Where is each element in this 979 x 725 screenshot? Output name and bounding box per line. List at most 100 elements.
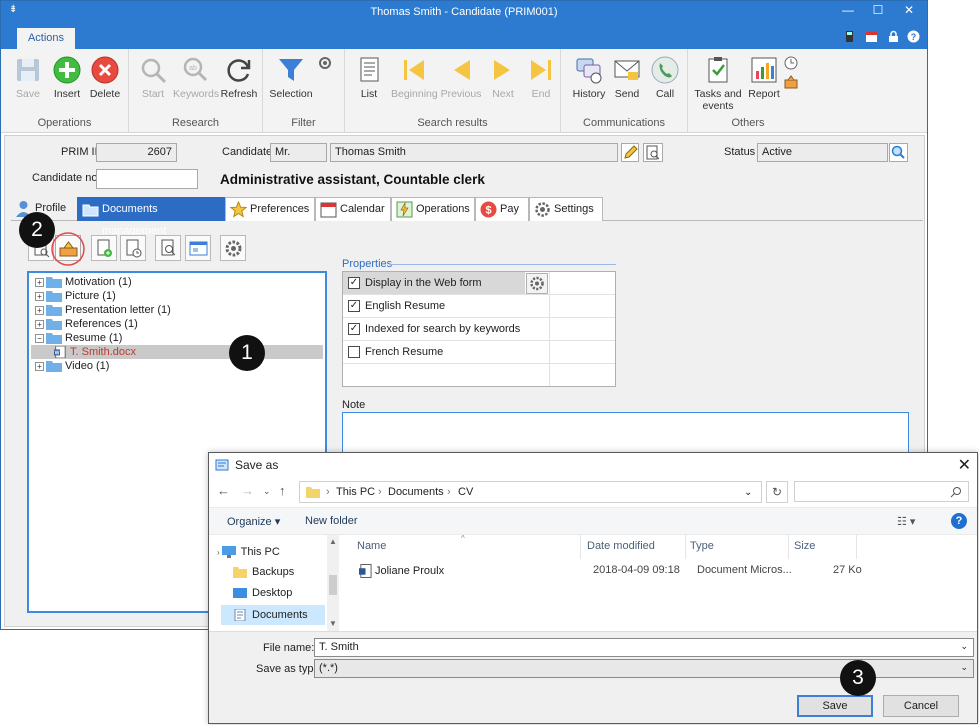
search-document-button[interactable] bbox=[155, 235, 181, 261]
delete-button[interactable]: Delete bbox=[83, 55, 127, 100]
scroll-thumb[interactable] bbox=[329, 575, 337, 595]
tab-settings[interactable]: Settings bbox=[529, 197, 603, 221]
expand-icon[interactable]: + bbox=[35, 305, 44, 315]
beginning-button[interactable]: Beginning bbox=[391, 55, 438, 100]
document-settings-button[interactable] bbox=[220, 235, 246, 261]
tab-operations[interactable]: Operations bbox=[391, 197, 475, 221]
candidate-no-field[interactable] bbox=[96, 169, 198, 189]
search-input[interactable] bbox=[794, 481, 969, 502]
expand-icon[interactable]: + bbox=[35, 361, 44, 371]
end-button[interactable]: End bbox=[519, 55, 563, 100]
breadcrumb-this-pc[interactable]: This PC bbox=[336, 486, 375, 498]
property-row-indexed[interactable]: ✓ Indexed for search by keywords bbox=[343, 318, 615, 341]
checkbox[interactable]: ✓ bbox=[348, 323, 360, 335]
document-history-button[interactable] bbox=[120, 235, 146, 261]
start-button[interactable]: Start bbox=[131, 55, 175, 100]
recent-locations-icon[interactable]: ⌄ bbox=[263, 486, 271, 497]
status-field[interactable]: Active bbox=[757, 143, 888, 162]
list-button[interactable]: List bbox=[347, 55, 391, 100]
calendar-icon[interactable] bbox=[865, 30, 878, 43]
tab-pay[interactable]: $ Pay bbox=[475, 197, 529, 221]
group-operations: Save Insert Delete Operations bbox=[1, 49, 129, 133]
keywords-button[interactable]: ab Keywords bbox=[173, 55, 219, 100]
nav-item-desktop[interactable]: Desktop bbox=[233, 587, 292, 599]
collapse-icon[interactable]: − bbox=[35, 333, 44, 343]
lock-icon[interactable] bbox=[887, 30, 900, 43]
organize-button[interactable]: Organize ▾ bbox=[227, 515, 280, 528]
new-folder-button[interactable]: New folder bbox=[305, 515, 358, 527]
report-button[interactable]: Report bbox=[742, 55, 786, 100]
property-row-french-resume[interactable]: French Resume bbox=[343, 341, 615, 364]
back-arrow-icon[interactable]: ← bbox=[217, 483, 230, 498]
column-header-size[interactable]: Size bbox=[794, 540, 815, 552]
address-bar[interactable]: › This PC › Documents › CV ⌄ bbox=[299, 481, 762, 503]
tasks-and-events-button[interactable]: Tasks and events bbox=[692, 55, 744, 112]
help-icon[interactable]: ? bbox=[907, 30, 920, 43]
refresh-button[interactable]: Refresh bbox=[217, 55, 261, 100]
tree-node-presentation-letter[interactable]: + Presentation letter (1) bbox=[35, 303, 171, 317]
candidate-name-field[interactable]: Thomas Smith bbox=[330, 143, 618, 162]
dialog-close-button[interactable]: ✕ bbox=[958, 455, 971, 475]
tab-preferences[interactable]: Preferences bbox=[225, 197, 315, 221]
column-header-type[interactable]: Type bbox=[690, 540, 714, 552]
add-document-button[interactable] bbox=[91, 235, 117, 261]
expand-chevron-icon[interactable]: › bbox=[217, 548, 220, 557]
checkbox[interactable] bbox=[348, 346, 360, 358]
expand-icon[interactable]: + bbox=[35, 319, 44, 329]
expand-icon[interactable]: + bbox=[35, 277, 44, 287]
property-settings-button[interactable] bbox=[526, 273, 548, 294]
lookup-candidate-button[interactable] bbox=[643, 143, 663, 162]
scroll-up-icon[interactable]: ▲ bbox=[329, 537, 337, 546]
address-dropdown-icon[interactable]: ⌄ bbox=[744, 487, 752, 498]
forward-arrow-icon[interactable]: → bbox=[241, 483, 254, 498]
web-form-button[interactable] bbox=[185, 235, 211, 261]
calculator-icon[interactable] bbox=[843, 30, 856, 43]
tab-documents-management[interactable]: Documents management bbox=[77, 197, 225, 237]
dropdown-chevron-icon[interactable]: ⌄ bbox=[960, 641, 968, 652]
up-arrow-icon[interactable]: ↑ bbox=[279, 483, 286, 498]
property-row-web-form[interactable]: ✓ Display in the Web form bbox=[343, 272, 525, 295]
column-header-date-modified[interactable]: Date modified bbox=[587, 540, 655, 552]
prim-id-field[interactable]: 2607 bbox=[96, 143, 177, 162]
save-button[interactable]: Save bbox=[797, 695, 873, 717]
previous-button[interactable]: Previous bbox=[439, 55, 483, 100]
expand-icon[interactable]: + bbox=[35, 291, 44, 301]
tree-node-motivation[interactable]: + Motivation (1) bbox=[35, 275, 132, 289]
file-name-input[interactable]: T. Smith ⌄ bbox=[314, 638, 974, 657]
save-button[interactable]: Save bbox=[6, 55, 50, 100]
checkbox[interactable]: ✓ bbox=[348, 300, 360, 312]
view-options-icon[interactable]: ☷ ▾ bbox=[897, 515, 915, 528]
help-icon[interactable]: ? bbox=[951, 513, 967, 529]
checkbox[interactable]: ✓ bbox=[348, 277, 360, 289]
selection-button[interactable]: Selection bbox=[269, 55, 313, 100]
title-prefix-field[interactable]: Mr. bbox=[270, 143, 327, 162]
tree-node-picture[interactable]: + Picture (1) bbox=[35, 289, 116, 303]
maximize-button[interactable]: ☐ bbox=[863, 3, 893, 17]
cancel-button[interactable]: Cancel bbox=[883, 695, 959, 717]
breadcrumb-documents[interactable]: Documents bbox=[388, 486, 444, 498]
navigation-scrollbar[interactable]: ▲ ▼ bbox=[327, 535, 339, 631]
tree-node-selected-file[interactable]: W T. Smith.docx bbox=[31, 345, 323, 359]
dropdown-chevron-icon[interactable]: ⌄ bbox=[960, 662, 968, 673]
close-button[interactable]: ✕ bbox=[894, 3, 924, 17]
status-lookup-button[interactable] bbox=[889, 143, 908, 162]
breadcrumb-cv[interactable]: CV bbox=[458, 486, 473, 498]
refresh-icon[interactable]: ↻ bbox=[766, 481, 788, 503]
nav-item-this-pc[interactable]: › This PC bbox=[217, 546, 280, 559]
property-row-english-resume[interactable]: ✓ English Resume bbox=[343, 295, 615, 318]
column-header-name[interactable]: Name bbox=[357, 540, 386, 552]
minimize-button[interactable]: — bbox=[833, 3, 863, 17]
clock-icon[interactable] bbox=[784, 56, 798, 70]
tree-node-video[interactable]: + Video (1) bbox=[35, 359, 109, 373]
scroll-down-icon[interactable]: ▼ bbox=[329, 619, 337, 628]
call-button[interactable]: Call bbox=[643, 55, 687, 100]
filter-settings-icon[interactable] bbox=[318, 56, 332, 70]
edit-name-button[interactable] bbox=[621, 143, 639, 162]
inbox-tray-icon[interactable] bbox=[784, 75, 798, 89]
tree-node-references[interactable]: + References (1) bbox=[35, 317, 138, 331]
tab-actions[interactable]: Actions bbox=[17, 28, 75, 49]
nav-item-backups[interactable]: Backups bbox=[233, 566, 294, 579]
tab-calendar[interactable]: Calendar bbox=[315, 197, 391, 221]
nav-item-documents[interactable]: Documents bbox=[221, 605, 325, 625]
tree-node-resume[interactable]: − Resume (1) bbox=[35, 331, 122, 345]
